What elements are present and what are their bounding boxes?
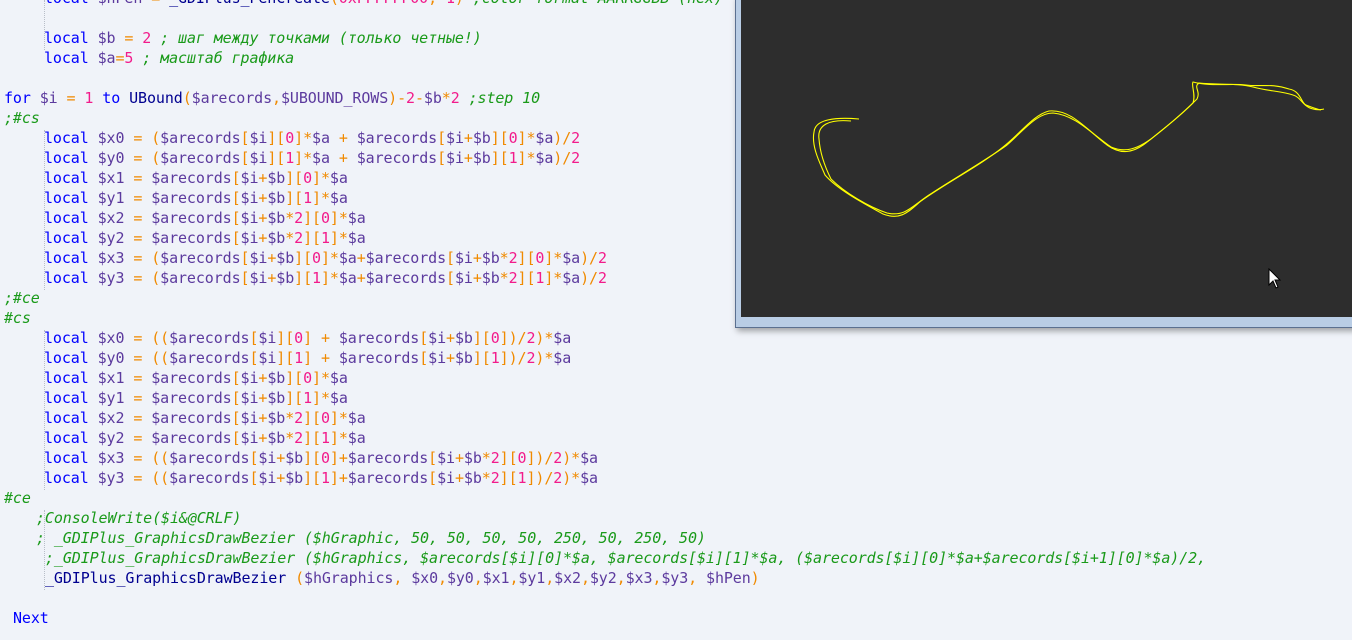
bezier-drawing	[812, 81, 1325, 217]
code-line: Next	[13, 609, 49, 627]
code-line: local $x2 = $arecords[$i+$b*2][0]*$a	[44, 209, 366, 227]
code-line: #cs	[4, 309, 31, 327]
code-line: for $i = 1 to UBound($arecords,$UBOUND_R…	[4, 89, 541, 107]
code-line: local $a=5 ; масштаб графика	[44, 49, 295, 67]
code-line: local $y2 = $arecords[$i+$b*2][1]*$a	[44, 229, 366, 247]
code-line: local $x1 = $arecords[$i+$b][0]*$a	[44, 369, 348, 387]
gui-output-window[interactable]	[735, 0, 1352, 328]
code-line: local $x0 = ($arecords[$i][0]*$a + $arec…	[44, 129, 581, 147]
code-line: ;_GDIPlus_GraphicsDrawBezier ($hGraphics…	[45, 549, 1207, 567]
bezier-curve	[818, 82, 1325, 215]
code-line: ;ConsoleWrite($i&@CRLF)	[36, 509, 242, 527]
code-line: local $x3 = ($arecords[$i+$b][0]*$a+$are…	[44, 249, 607, 267]
code-line: #ce	[4, 489, 31, 507]
mouse-pointer-icon	[1268, 268, 1282, 289]
code-line: ;#ce	[4, 289, 40, 307]
code-line: local $hPen = _GDIPlus_PenCreate(0xFFFFF…	[44, 0, 723, 8]
code-line: local $y3 = (($arecords[$i+$b][1]+$areco…	[44, 469, 598, 487]
code-line: local $y0 = ($arecords[$i][1]*$a + $arec…	[44, 149, 581, 167]
code-line: ;#cs	[4, 109, 40, 127]
code-line: local $y3 = ($arecords[$i+$b][1]*$a+$are…	[44, 269, 607, 287]
code-line: local $x1 = $arecords[$i+$b][0]*$a	[44, 169, 348, 187]
drawing-canvas[interactable]	[741, 0, 1352, 317]
code-line: ; _GDIPlus_GraphicsDrawBezier ($hGraphic…	[36, 529, 706, 547]
code-line: _GDIPlus_GraphicsDrawBezier ($hGraphics,…	[45, 569, 760, 587]
code-line: local $y1 = $arecords[$i+$b][1]*$a	[44, 189, 348, 207]
code-line: local $x2 = $arecords[$i+$b*2][0]*$a	[44, 409, 366, 427]
code-line: local $y2 = $arecords[$i+$b*2][1]*$a	[44, 429, 366, 447]
code-line: local $x0 = (($arecords[$i][0] + $arecor…	[44, 329, 572, 347]
bezier-curve	[812, 81, 1322, 217]
code-line: local $y1 = $arecords[$i+$b][1]*$a	[44, 389, 348, 407]
code-line: local $b = 2 ; шаг между точками (только…	[44, 29, 482, 47]
code-line: local $x3 = (($arecords[$i+$b][0]+$areco…	[44, 449, 598, 467]
code-line: local $y0 = (($arecords[$i][1] + $arecor…	[44, 349, 572, 367]
